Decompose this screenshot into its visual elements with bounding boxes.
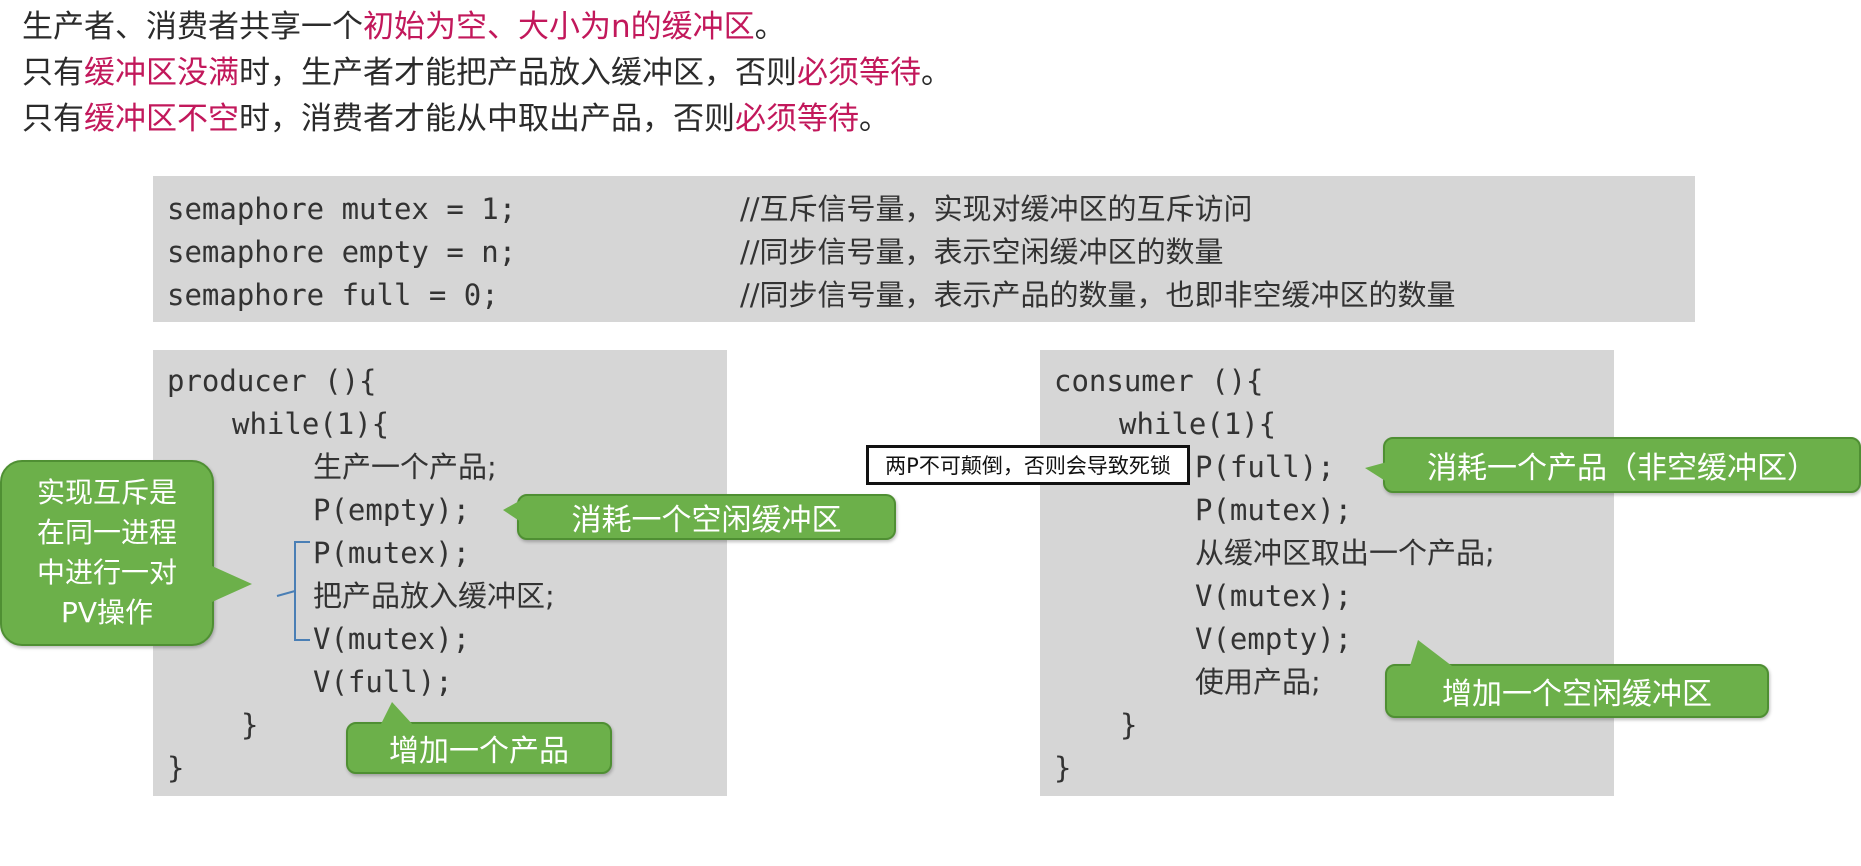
bubble-pointer [380,702,414,726]
code-line: V(empty); [1195,622,1353,656]
semaphore-code: semaphore empty = n; [167,235,517,269]
code-line: 从缓冲区取出一个产品; [1195,536,1495,570]
highlight-text: 必须等待 [735,101,859,137]
add-empty-bubble: 增加一个空闲缓冲区 [1385,664,1769,718]
semaphore-comment: //同步信号量，表示空闲缓冲区的数量 [740,235,1224,269]
highlight-text: 缓冲区不空 [84,101,239,137]
highlight-text: 初始为空、大小为n的缓冲区 [363,9,755,45]
consumer-code-block: consumer (){ while(1){ P(full); P(mutex)… [1040,350,1614,796]
deadlock-warning-label: 两P不可颠倒，否则会导致死锁 [866,445,1190,485]
bubble-pointer [503,500,521,522]
semaphore-code: semaphore full = 0; [167,278,499,312]
intro-text: 生产者、消费者共享一个初始为空、大小为n的缓冲区。 只有缓冲区没满时，生产者才能… [22,4,952,142]
consumer-close: } [1054,751,1072,785]
intro-line-3: 只有缓冲区不空时，消费者才能从中取出产品，否则必须等待。 [22,101,890,137]
bubble-pointer [1365,462,1387,482]
consumer-loop: while(1){ [1119,407,1277,441]
semaphore-code: semaphore mutex = 1; [167,192,517,226]
add-product-bubble: 增加一个产品 [346,722,612,774]
consumer-header: consumer (){ [1054,364,1264,398]
code-line: P(full); [1195,450,1335,484]
consumer-loop-close: } [1120,708,1138,742]
semaphore-comment: //同步信号量，表示产品的数量，也即非空缓冲区的数量 [740,278,1456,312]
code-line: 使用产品; [1195,665,1321,699]
intro-line-2: 只有缓冲区没满时，生产者才能把产品放入缓冲区，否则必须等待。 [22,55,952,91]
semaphore-declarations: semaphore mutex = 1; //互斥信号量，实现对缓冲区的互斥访问… [153,176,1695,322]
consume-empty-bubble: 消耗一个空闲缓冲区 [517,494,896,540]
highlight-text: 必须等待 [797,55,921,91]
consume-product-bubble: 消耗一个产品（非空缓冲区） [1383,437,1861,493]
intro-line-1: 生产者、消费者共享一个初始为空、大小为n的缓冲区。 [22,9,786,45]
bubble-pointer [1410,640,1452,666]
semaphore-comment: //互斥信号量，实现对缓冲区的互斥访问 [740,192,1253,226]
code-line: V(mutex); [1195,579,1353,613]
highlight-text: 缓冲区没满 [84,55,239,91]
code-line: P(mutex); [1195,493,1353,527]
bubble-pointer [212,566,252,602]
mutex-note-bubble: 实现互斥是 在同一进程 中进行一对 PV操作 [0,460,214,646]
